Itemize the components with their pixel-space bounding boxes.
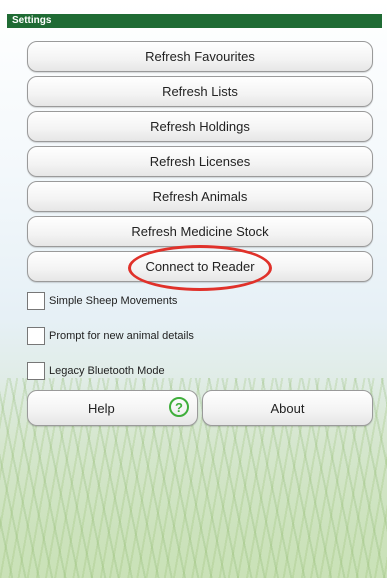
- prompt-new-animal-details-checkbox-row[interactable]: Prompt for new animal details: [27, 325, 194, 347]
- page-title: Settings: [12, 15, 52, 26]
- refresh-lists-button[interactable]: Refresh Lists: [27, 76, 373, 107]
- refresh-favourites-label: Refresh Favourites: [145, 49, 255, 64]
- simple-sheep-movements-checkbox[interactable]: [27, 292, 45, 310]
- refresh-medicine-stock-button[interactable]: Refresh Medicine Stock: [27, 216, 373, 247]
- help-label: Help: [88, 401, 115, 416]
- question-circle-icon: ?: [169, 397, 189, 417]
- title-bar: Settings: [7, 14, 382, 28]
- simple-sheep-movements-label: Simple Sheep Movements: [49, 295, 178, 307]
- legacy-bluetooth-mode-label: Legacy Bluetooth Mode: [49, 365, 165, 377]
- refresh-holdings-label: Refresh Holdings: [150, 119, 250, 134]
- refresh-licenses-button[interactable]: Refresh Licenses: [27, 146, 373, 177]
- about-button[interactable]: About: [202, 390, 373, 426]
- connect-to-reader-button[interactable]: Connect to Reader: [27, 251, 373, 282]
- about-label: About: [270, 400, 305, 416]
- refresh-favourites-button[interactable]: Refresh Favourites: [27, 41, 373, 72]
- refresh-holdings-button[interactable]: Refresh Holdings: [27, 111, 373, 142]
- simple-sheep-movements-checkbox-row[interactable]: Simple Sheep Movements: [27, 290, 177, 312]
- prompt-new-animal-details-label: Prompt for new animal details: [49, 330, 194, 342]
- prompt-new-animal-details-checkbox[interactable]: [27, 327, 45, 345]
- refresh-licenses-label: Refresh Licenses: [149, 154, 251, 169]
- refresh-medicine-stock-label: Refresh Medicine Stock: [131, 224, 269, 239]
- refresh-lists-label: Refresh Lists: [162, 84, 238, 99]
- help-button[interactable]: Help ?: [27, 390, 198, 426]
- connect-to-reader-label: Connect to Reader: [145, 259, 255, 274]
- legacy-bluetooth-mode-checkbox-row[interactable]: Legacy Bluetooth Mode: [27, 360, 165, 382]
- refresh-animals-label: Refresh Animals: [152, 189, 248, 204]
- legacy-bluetooth-mode-checkbox[interactable]: [27, 362, 45, 380]
- refresh-animals-button[interactable]: Refresh Animals: [27, 181, 373, 212]
